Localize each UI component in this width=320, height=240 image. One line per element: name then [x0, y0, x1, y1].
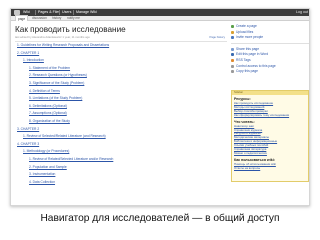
- action-icon: [231, 70, 234, 74]
- nav-pages-files[interactable]: Pages & Files: [38, 10, 60, 15]
- toc-link[interactable]: 3. Significance of the Study (Problem): [29, 81, 84, 85]
- logout-link[interactable]: Log out: [296, 10, 308, 15]
- sidebar-action-label: Copy this page: [236, 69, 258, 74]
- wiki-screenshot: Wiki Pages & Files Users Manage Wiki Log…: [10, 8, 310, 206]
- sidebar-box-header: Sidebar: [232, 91, 308, 95]
- toc-link[interactable]: 6. Delimitations (Optional): [29, 104, 67, 108]
- action-icon: [231, 53, 234, 57]
- action-icon: [231, 59, 234, 62]
- sidebar-action-label: RSS Tags: [236, 58, 251, 62]
- sidebar-action[interactable]: Invite more people: [231, 35, 309, 40]
- toc-link[interactable]: 7. Assumptions (Optional): [29, 111, 67, 115]
- page-tabs: page discussion history notify me: [11, 15, 309, 21]
- toc-link[interactable]: 1. Methodology (or Procedures): [23, 149, 69, 153]
- action-icon: [231, 25, 234, 28]
- action-icon: [231, 30, 234, 34]
- page-title: Как проводить исследование: [15, 25, 126, 34]
- tab-discussion[interactable]: discussion: [30, 16, 49, 21]
- title-divider: [15, 41, 227, 42]
- sidebar-action-label: Upload files: [236, 29, 254, 34]
- toc-link[interactable]: 1. Review of Related/Selected Literature…: [29, 157, 113, 161]
- nav-manage-wiki[interactable]: Manage Wiki: [76, 10, 97, 15]
- toc-link[interactable]: 2. CHAPTER 1: [17, 51, 39, 55]
- toc-link[interactable]: 4. Data Collection: [29, 180, 55, 184]
- toc-link[interactable]: 1. Introduction: [23, 58, 44, 62]
- top-navigation-bar: Wiki Pages & Files Users Manage Wiki Log…: [11, 9, 309, 16]
- toc-link[interactable]: 3. Instrumentation: [29, 172, 55, 176]
- toc-link[interactable]: 1. Statement of the Problem: [29, 66, 70, 70]
- sidebar-action[interactable]: Create a page: [231, 24, 309, 29]
- toc-link[interactable]: 4. CHAPTER 3: [17, 142, 39, 146]
- toc-link[interactable]: 1. Review of Selected/Related Literature…: [23, 134, 106, 138]
- action-icon: [231, 47, 234, 51]
- sidebar-link[interactable]: Ответы на вопросы: [234, 166, 260, 170]
- last-edited-info: last edited by Alexandra Adamkiewicz 1 y…: [15, 35, 90, 39]
- toc-link[interactable]: 5. Limitations (of the Study Problem): [29, 96, 82, 100]
- sidebar-link[interactable]: Можно о педагогических: [234, 151, 267, 155]
- sidebar-divider: [231, 42, 309, 44]
- sidebar-action[interactable]: Share this page: [231, 47, 309, 52]
- sidebar-action[interactable]: Upload files: [231, 30, 309, 35]
- nav-divider: [59, 10, 60, 15]
- page-content: Как проводить исследование last edited b…: [11, 22, 229, 205]
- tab-history[interactable]: history: [50, 16, 63, 21]
- sidebar-box-label: Sidebar: [234, 91, 243, 94]
- sidebar-action[interactable]: Control access to this page: [231, 64, 309, 69]
- toc-link[interactable]: 8. Organization of the Study: [29, 119, 70, 123]
- toc-link[interactable]: 2. Research Questions (or Hypotheses): [29, 73, 87, 77]
- toc-link[interactable]: 3. CHAPTER 2: [17, 127, 39, 131]
- toc-link[interactable]: 1. Guidelines for Writing Research Propo…: [17, 43, 109, 47]
- sidebar-heading: Что читать:: [234, 119, 255, 124]
- nav-divider: [73, 10, 74, 15]
- toc-link[interactable]: 4. Definition of Terms: [29, 89, 60, 93]
- sidebar-box: Sidebar Ресурсы: Как проводить исследован…: [231, 90, 309, 182]
- sidebar-action-label: Invite more people: [236, 35, 264, 40]
- sidebar-action[interactable]: Copy this page: [231, 69, 309, 74]
- sidebar-action-label: Share this page: [236, 46, 260, 51]
- sidebar-action[interactable]: RSS Tags: [231, 58, 309, 63]
- slide: Wiki Pages & Files Users Manage Wiki Log…: [0, 0, 320, 240]
- sidebar-action-label: Create a page: [236, 24, 257, 28]
- page-history-link[interactable]: Page history: [209, 36, 225, 39]
- sidebar-link[interactable]: Как сформулировать тему исследования: [234, 113, 289, 117]
- nav-divider: [35, 10, 36, 15]
- action-icon: [231, 36, 234, 40]
- tab-notify[interactable]: notify me: [65, 16, 82, 21]
- sidebar-action-label: Control access to this page: [236, 63, 276, 68]
- sidebar-action[interactable]: Edit this page in Word: [231, 52, 309, 57]
- sidebar-action-label: Edit this page in Word: [236, 52, 269, 57]
- toc-link[interactable]: 2. Population and Sample: [29, 165, 67, 169]
- action-icon: [231, 64, 234, 68]
- slide-caption: Навигатор для исследователей — в общий д…: [40, 213, 280, 224]
- nav-users[interactable]: Users: [62, 10, 71, 15]
- tab-page[interactable]: page: [15, 15, 29, 21]
- right-sidebar: Create a page Upload files Invite more peo…: [231, 22, 309, 205]
